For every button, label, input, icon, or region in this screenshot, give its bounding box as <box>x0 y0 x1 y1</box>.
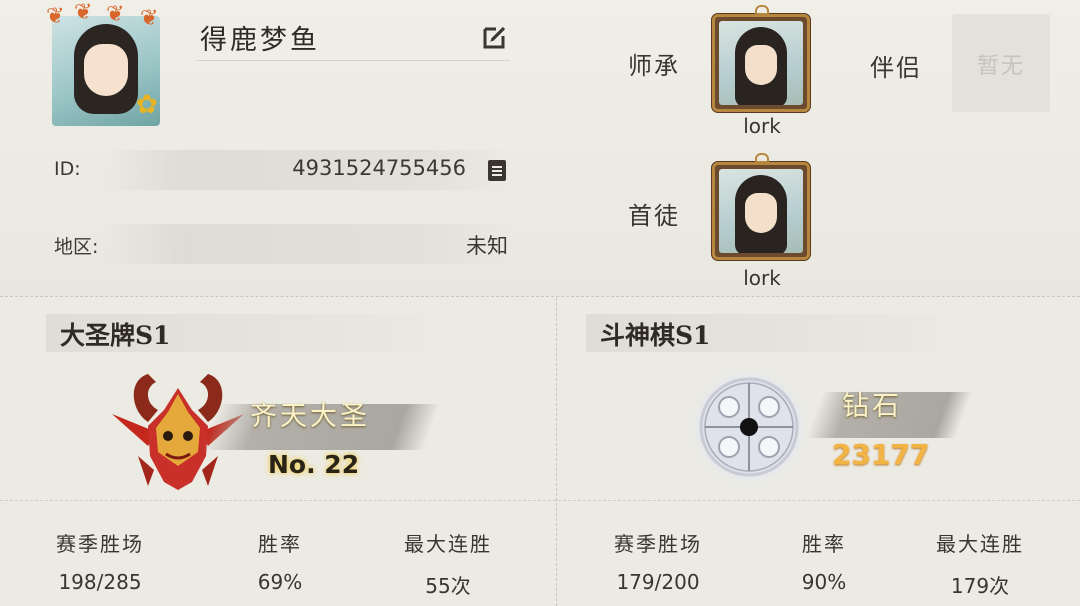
maple-leaf-icon: ❦ <box>106 2 125 27</box>
win-rate-label: 胜率 <box>802 532 846 556</box>
win-rate-label: 胜率 <box>258 532 302 556</box>
chrysanthemum-icon: ✿ <box>136 90 158 120</box>
disciple-portrait-image <box>719 169 803 253</box>
mode-title-doushen: 斗神棋S1 <box>600 321 711 350</box>
id-row: ID: 4931524755456 <box>48 148 510 192</box>
master-label: 师承 <box>628 52 680 80</box>
partner-empty-text: 暂无 <box>976 54 1025 79</box>
rank-score-doushen: 23177 <box>832 438 930 471</box>
section-divider <box>0 296 1080 297</box>
stats-divider-left <box>0 500 556 501</box>
disciple-name[interactable]: lork <box>712 266 812 290</box>
max-streak-label: 最大连胜 <box>404 532 492 556</box>
player-avatar[interactable]: ❦ ❦ ❦ ❦ ✿ <box>46 2 170 130</box>
season-wins-value: 179/200 <box>616 570 700 594</box>
maple-leaf-icon: ❦ <box>74 0 93 25</box>
portrait-knob <box>755 153 769 163</box>
partner-label: 伴侣 <box>870 54 922 82</box>
rank-name-doushen: 钻石 <box>842 391 902 422</box>
copy-icon[interactable] <box>486 158 508 182</box>
stats-divider-right <box>558 500 1080 501</box>
master-name[interactable]: lork <box>712 114 812 138</box>
id-label: ID: <box>54 158 81 180</box>
max-streak-label: 最大连胜 <box>936 532 1024 556</box>
season-wins-value: 198/285 <box>58 570 142 594</box>
id-value: 4931524755456 <box>292 156 466 180</box>
name-underline <box>196 60 510 61</box>
mode-title-dasheng: 大圣牌S1 <box>60 321 171 350</box>
disciple-label: 首徒 <box>628 202 680 230</box>
max-streak-value: 55次 <box>425 574 471 598</box>
player-name: 得鹿梦鱼 <box>200 25 320 56</box>
disciple-portrait[interactable] <box>712 153 810 260</box>
maple-leaf-icon: ❦ <box>46 4 65 29</box>
mode-divider <box>556 298 557 606</box>
edit-icon[interactable] <box>482 24 508 50</box>
max-streak-value: 179次 <box>950 574 1010 598</box>
region-label: 地区: <box>54 236 99 258</box>
region-row: 地区: 未知 <box>48 222 510 266</box>
win-rate-value: 90% <box>801 570 847 594</box>
season-wins-label: 赛季胜场 <box>614 532 702 556</box>
region-row-background <box>102 224 510 264</box>
region-value: 未知 <box>466 234 508 258</box>
season-wins-label: 赛季胜场 <box>56 532 144 556</box>
rank-name-dasheng: 齐天大圣 <box>250 401 370 432</box>
master-portrait[interactable] <box>712 5 810 112</box>
rank-number-dasheng: No. 22 <box>268 450 360 479</box>
master-portrait-image <box>719 21 803 105</box>
diamond-chess-emblem-icon <box>683 361 815 493</box>
maple-leaf-icon: ❦ <box>140 6 159 31</box>
win-rate-value: 69% <box>257 570 303 594</box>
avatar-face <box>84 44 128 96</box>
portrait-knob <box>755 5 769 15</box>
partner-slot-empty: 暂无 <box>952 14 1050 112</box>
